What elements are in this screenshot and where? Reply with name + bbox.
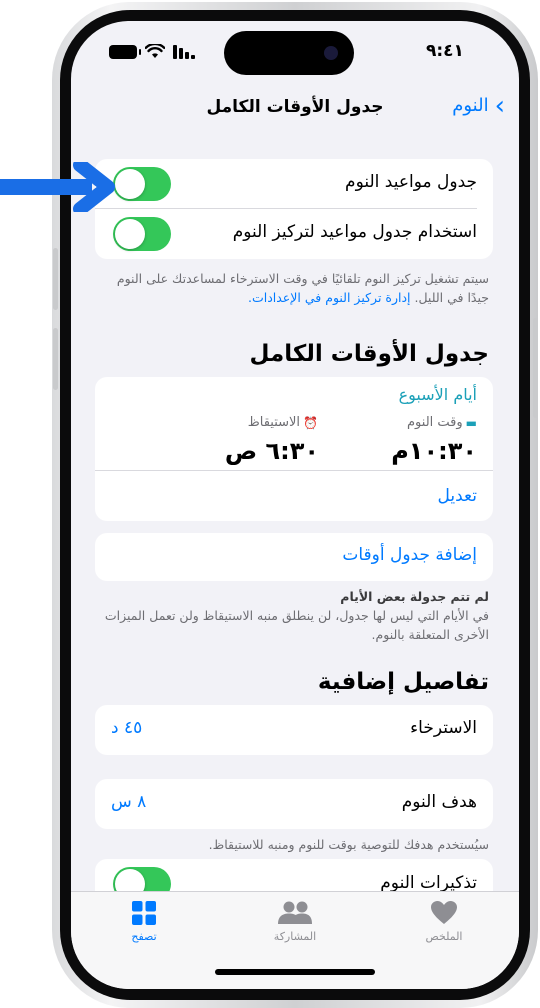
back-label: النوم [452,95,489,116]
weekday-schedule-card: أيام الأسبوع ▬ وقت النوم ١٠:٣٠م ⏰ الاستي… [95,377,493,521]
wifi-icon [145,44,165,58]
tab-sharing[interactable]: المشاركة [240,900,350,943]
sleep-goal-value: ٨ س [111,792,147,812]
bedtime-label: ▬ وقت النوم [407,415,477,430]
wake-label: ⏰ الاستيقاظ [247,415,318,430]
add-schedule-card[interactable]: إضافة جدول أوقات [95,533,493,581]
status-time: ٩:٤١ [426,41,464,61]
tab-summary[interactable]: الملخص [389,900,499,943]
volume-up-button [53,248,58,310]
sleep-goal-label: هدف النوم [401,792,477,812]
people-icon [278,901,312,924]
grid-icon [132,901,156,925]
bed-icon: ▬ [465,415,477,430]
home-indicator [215,969,375,975]
tab-summary-label: الملخص [425,930,463,943]
edit-schedule-link[interactable]: تعديل [438,486,477,506]
focus-schedule-label: استخدام جدول مواعيد لتركيز النوم [232,222,477,242]
volume-down-button [53,328,58,390]
wind-down-value: ٤٥ د [111,718,143,738]
back-button[interactable]: › النوم [452,90,505,121]
bedtime-value: ١٠:٣٠م [391,437,477,465]
full-schedule-heading: جدول الأوقات الكامل [249,341,489,367]
tab-browse-label: تصفح [131,930,157,943]
battery-icon [109,45,141,59]
weekdays-label: أيام الأسبوع [398,385,477,404]
chevron-right-icon: › [494,90,505,121]
schedule-toggles-card: جدول مواعيد النوم استخدام جدول مواعيد لت… [95,159,493,259]
sleep-goal-card[interactable]: هدف النوم ٨ س [95,779,493,829]
wind-down-card[interactable]: الاسترخاء ٤٥ د [95,705,493,755]
status-icons [109,41,229,63]
tab-sharing-label: المشاركة [273,930,317,943]
heart-icon [431,901,457,924]
focus-schedule-row: استخدام جدول مواعيد لتركيز النوم [95,209,493,259]
additional-details-heading: تفاصيل إضافية [317,669,489,695]
wind-down-label: الاسترخاء [410,718,477,738]
alarm-icon: ⏰ [303,415,318,430]
unscheduled-title: لم تتم جدولة بعض الأيام [340,589,489,604]
reminders-label: تذكيرات النوم [380,873,477,893]
tab-browse[interactable]: تصفح [89,900,199,943]
manage-focus-link[interactable]: إدارة تركيز النوم في الإعدادات. [248,290,411,305]
sleep-schedule-row: جدول مواعيد النوم [95,159,493,209]
focus-schedule-toggle[interactable] [113,217,171,251]
screen: ٩:٤١ جدول الأوقات الكامل › النوم جدول مو… [71,21,519,989]
focus-footnote: سيتم تشغيل تركيز النوم تلقائيًا في وقت ا… [99,269,489,307]
add-schedule-label: إضافة جدول أوقات [342,545,477,565]
signal-icon [173,45,195,59]
callout-arrow-icon [0,162,115,212]
sleep-schedule-label: جدول مواعيد النوم [345,172,477,192]
wake-value: ٦:٣٠ ص [224,437,319,465]
unscheduled-text: في الأيام التي ليس لها جدول، لن ينطلق من… [104,608,489,642]
dynamic-island [224,31,354,75]
side-button [533,318,538,418]
goal-footnote: سيُستخدم هدفك للتوصية بوقت للنوم ومنبه ل… [208,837,489,852]
unscheduled-footnote: لم تتم جدولة بعض الأيام في الأيام التي ل… [99,587,489,644]
